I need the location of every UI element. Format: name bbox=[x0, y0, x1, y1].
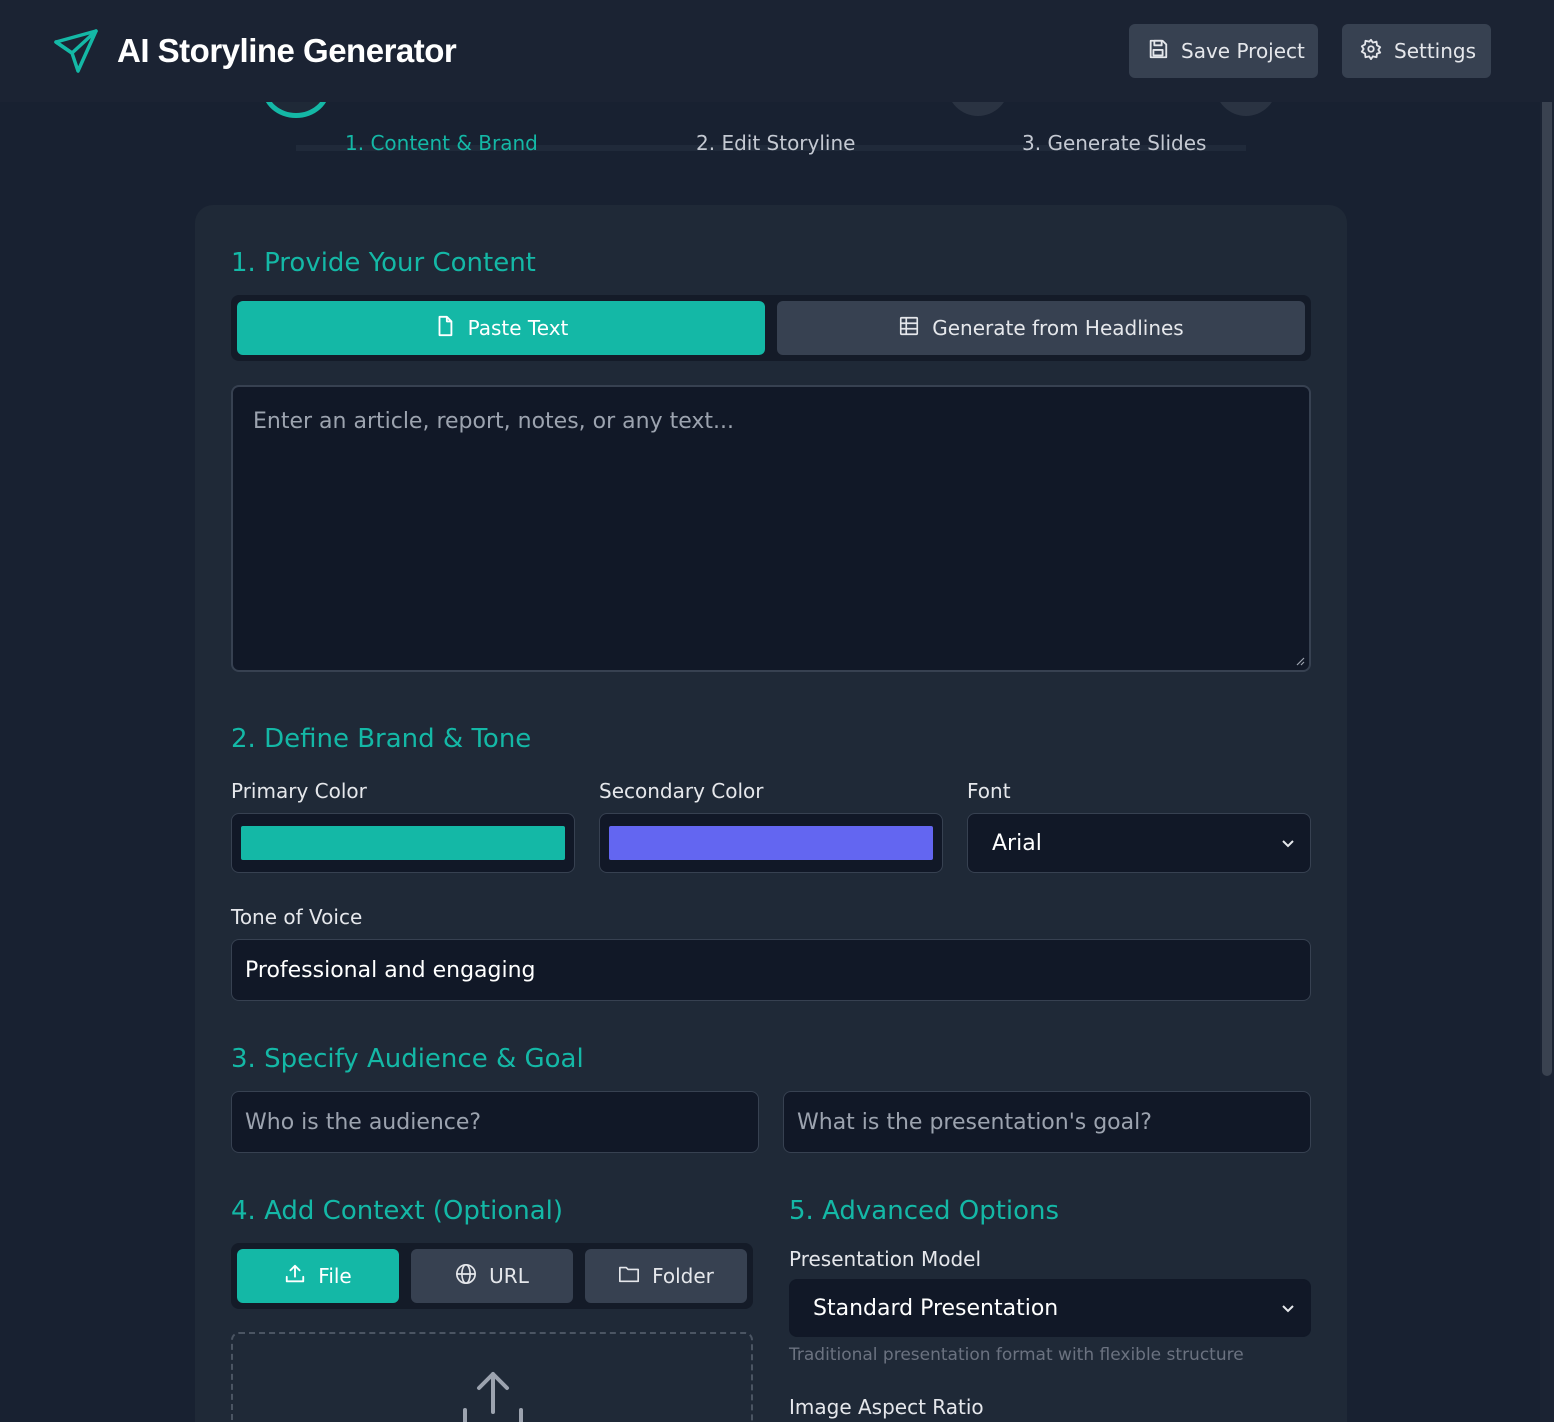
presentation-model-select[interactable]: Standard Presentation bbox=[789, 1279, 1311, 1337]
context-source-tabs: File URL Folder bbox=[231, 1243, 753, 1309]
brand-section-title: 2. Define Brand & Tone bbox=[231, 724, 532, 754]
gear-icon bbox=[1360, 38, 1382, 65]
tone-label: Tone of Voice bbox=[231, 905, 363, 929]
paste-text-tab[interactable]: Paste Text bbox=[237, 301, 765, 355]
table-icon bbox=[898, 315, 920, 342]
settings-button[interactable]: Settings bbox=[1342, 24, 1491, 78]
content-textarea-placeholder: Enter an article, report, notes, or any … bbox=[253, 409, 734, 434]
secondary-color-picker[interactable] bbox=[599, 813, 943, 873]
url-tab[interactable]: URL bbox=[411, 1249, 573, 1303]
content-source-tabs: Paste Text Generate from Headlines bbox=[231, 295, 1311, 361]
page-scrollbar[interactable] bbox=[1540, 0, 1554, 1422]
tone-input-value: Professional and engaging bbox=[245, 957, 536, 983]
generate-from-headlines-label: Generate from Headlines bbox=[932, 316, 1184, 340]
font-label: Font bbox=[967, 779, 1011, 803]
goal-input[interactable]: What is the presentation's goal? bbox=[783, 1091, 1311, 1153]
file-tab-label: File bbox=[318, 1264, 352, 1288]
settings-label: Settings bbox=[1394, 39, 1477, 63]
file-tab[interactable]: File bbox=[237, 1249, 399, 1303]
paste-text-label: Paste Text bbox=[467, 316, 569, 340]
save-project-label: Save Project bbox=[1181, 39, 1305, 63]
presentation-model-label: Presentation Model bbox=[789, 1247, 982, 1271]
folder-tab[interactable]: Folder bbox=[585, 1249, 747, 1303]
primary-color-label: Primary Color bbox=[231, 779, 367, 803]
tone-input[interactable]: Professional and engaging bbox=[231, 939, 1311, 1001]
advanced-section-title: 5. Advanced Options bbox=[789, 1196, 1060, 1226]
font-select-value: Arial bbox=[992, 830, 1042, 856]
folder-icon bbox=[618, 1263, 640, 1290]
secondary-color-swatch bbox=[609, 826, 933, 860]
step-2-label[interactable]: 2. Edit Storyline bbox=[696, 131, 855, 155]
folder-tab-label: Folder bbox=[652, 1264, 714, 1288]
secondary-color-label: Secondary Color bbox=[599, 779, 764, 803]
audience-input-placeholder: Who is the audience? bbox=[245, 1109, 482, 1135]
save-icon bbox=[1147, 38, 1169, 65]
context-section-title: 4. Add Context (Optional) bbox=[231, 1196, 564, 1226]
audience-input[interactable]: Who is the audience? bbox=[231, 1091, 759, 1153]
step-3-label[interactable]: 3. Generate Slides bbox=[1022, 131, 1206, 155]
goal-input-placeholder: What is the presentation's goal? bbox=[797, 1109, 1152, 1135]
step-1-label[interactable]: 1. Content & Brand bbox=[345, 131, 538, 155]
primary-color-picker[interactable] bbox=[231, 813, 575, 873]
url-tab-label: URL bbox=[489, 1264, 529, 1288]
file-dropzone[interactable] bbox=[231, 1332, 753, 1422]
image-aspect-ratio-label: Image Aspect Ratio bbox=[789, 1395, 984, 1419]
content-textarea[interactable]: Enter an article, report, notes, or any … bbox=[231, 385, 1311, 672]
resize-handle[interactable] bbox=[1295, 656, 1305, 666]
save-project-button[interactable]: Save Project bbox=[1129, 24, 1318, 78]
document-icon bbox=[434, 315, 456, 342]
primary-color-swatch bbox=[241, 826, 565, 860]
presentation-model-hint: Traditional presentation format with fle… bbox=[789, 1345, 1244, 1365]
upload-icon bbox=[284, 1263, 306, 1290]
generate-from-headlines-tab[interactable]: Generate from Headlines bbox=[777, 301, 1305, 355]
scrollbar-thumb[interactable] bbox=[1542, 66, 1552, 1076]
presentation-model-value: Standard Presentation bbox=[813, 1295, 1059, 1321]
audience-section-title: 3. Specify Audience & Goal bbox=[231, 1044, 584, 1074]
app-title: AI Storyline Generator bbox=[117, 32, 457, 69]
font-select[interactable]: Arial bbox=[967, 813, 1311, 873]
content-section-title: 1. Provide Your Content bbox=[231, 248, 536, 278]
globe-icon bbox=[455, 1263, 477, 1290]
app-header: AI Storyline Generator Save Project Sett… bbox=[0, 0, 1554, 102]
